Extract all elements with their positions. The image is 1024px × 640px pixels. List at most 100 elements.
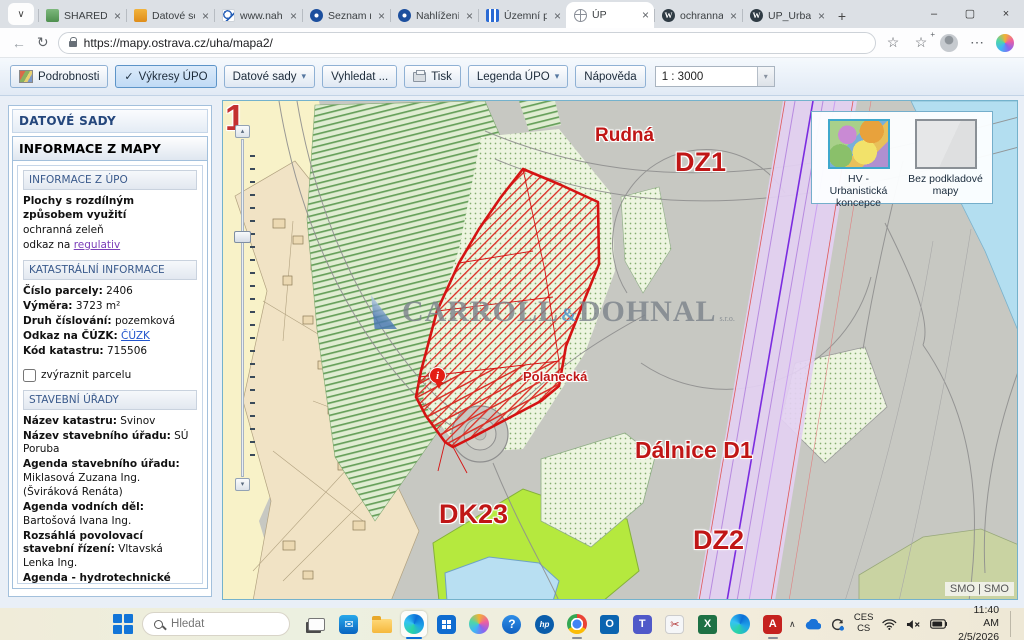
favorite-star-icon[interactable]: ☆ (884, 34, 902, 51)
panel-title[interactable]: INFORMACE Z MAPY (13, 137, 207, 161)
scale-combobox[interactable]: 1 : 3000 ▾ (655, 66, 775, 87)
browser-tab-nahlizeni-web[interactable]: www.nahlizen × (214, 3, 302, 28)
wifi-icon[interactable] (882, 619, 897, 630)
datove-sady-button[interactable]: Datové sady ▾ (224, 65, 315, 88)
basemap-option-hv[interactable]: HV - Urbanistická koncepce (820, 119, 897, 196)
back-icon[interactable]: ← (10, 35, 28, 51)
browser-tab-nahlizeni-kn[interactable]: Nahlížení do × (390, 3, 478, 28)
teams-button[interactable] (630, 611, 656, 637)
close-icon[interactable]: × (552, 9, 563, 23)
restore-button[interactable]: ▢ (952, 0, 988, 28)
close-icon[interactable]: × (200, 9, 211, 23)
browser-tab-datove-schranky[interactable]: Datové schrán × (126, 3, 214, 28)
scissors-icon (665, 615, 684, 634)
refresh-icon[interactable]: ↻ (34, 34, 52, 51)
system-tray: ∧ CES CS 11:40 AM 2/5/2026 (789, 604, 1024, 640)
microsoft-store-button[interactable] (434, 611, 460, 637)
button-label: Nápověda (584, 71, 636, 83)
close-icon[interactable]: × (816, 9, 827, 23)
acrobat-button[interactable] (760, 611, 786, 637)
edge-icon (404, 614, 424, 634)
map-label-dz2: DZ2 (693, 525, 744, 556)
show-desktop-button[interactable] (1010, 611, 1014, 637)
menu-dots-icon[interactable]: ⋯ (968, 34, 986, 51)
close-icon[interactable]: × (728, 9, 739, 23)
copilot-button[interactable] (467, 611, 493, 637)
check-icon: ✓ (124, 70, 133, 83)
excel-button[interactable] (695, 611, 721, 637)
close-window-button[interactable]: × (988, 0, 1024, 28)
tab-search-button[interactable]: ∨ (8, 3, 34, 25)
chevron-down-icon: ▾ (302, 71, 307, 82)
battery-icon[interactable] (930, 619, 948, 629)
map-viewport[interactable]: 1 Rudná DZ1 Polanecká Dálnice D1 DK23 DZ… (222, 100, 1018, 600)
taskbar-clock[interactable]: 11:40 AM 2/5/2026 (956, 604, 999, 640)
outlook-classic-button[interactable] (597, 611, 623, 637)
tray-chevron-icon[interactable]: ∧ (789, 619, 796, 630)
close-icon[interactable]: × (112, 9, 123, 23)
onedrive-cloud-icon[interactable] (805, 619, 822, 630)
field-label: Odkaz na ČÚZK: (23, 330, 118, 342)
collections-icon[interactable]: ☆+ (912, 34, 930, 51)
zvyraznit-parcelu-checkbox[interactable] (23, 369, 36, 382)
address-bar[interactable]: https://mapy.ostrava.cz/uha/mapa2/ (58, 32, 876, 54)
browser-tab-seznam-nemovitosti[interactable]: Seznam nemo × (302, 3, 390, 28)
zoom-slider-handle[interactable] (234, 231, 251, 243)
edge-button-active[interactable] (401, 611, 427, 637)
regulativ-link[interactable]: regulativ (74, 239, 120, 251)
vykresy-upo-button[interactable]: ✓ Výkresy ÚPO (115, 65, 216, 88)
close-icon[interactable]: × (376, 9, 387, 23)
edge-secondary-button[interactable] (727, 611, 753, 637)
upo-link-prefix: odkaz na (23, 239, 70, 251)
browser-tab-ochranna-zelen[interactable]: ochranna_zele × (654, 3, 742, 28)
collections-star-glyph: ☆ (915, 34, 928, 50)
zoom-slider[interactable]: ▴ ▾ (233, 125, 257, 491)
zoom-slider-track[interactable] (241, 139, 244, 477)
podrobnosti-button[interactable]: Podrobnosti (10, 65, 108, 88)
browser-tab-uzemni-plan[interactable]: Územní plán × (478, 3, 566, 28)
field-value: 715506 (107, 345, 147, 357)
zoom-out-button[interactable]: ▾ (235, 478, 250, 491)
language-indicator[interactable]: CES CS (854, 613, 874, 634)
snipping-tool-button[interactable] (662, 611, 688, 637)
speaker-muted-icon[interactable] (906, 619, 921, 630)
clock-date: 2/5/2026 (956, 631, 999, 640)
zoom-slider-ticks (250, 155, 255, 465)
basemap-thumbnail-none[interactable] (915, 119, 977, 169)
chevron-down-icon[interactable]: ▾ (757, 67, 774, 86)
napoveda-button[interactable]: Nápověda (575, 65, 645, 88)
copilot-icon[interactable] (996, 34, 1014, 52)
taskbar-search[interactable] (142, 612, 290, 636)
profile-avatar[interactable] (940, 34, 958, 52)
minimize-button[interactable]: – (916, 0, 952, 28)
sync-icon[interactable] (830, 618, 845, 631)
new-tab-button[interactable]: + (830, 8, 854, 24)
info-marker-icon[interactable] (429, 367, 446, 384)
chrome-button[interactable] (564, 611, 590, 637)
hp-button[interactable] (532, 611, 558, 637)
file-explorer-button[interactable] (369, 611, 395, 637)
outlook-new-button[interactable] (336, 611, 362, 637)
search-input[interactable] (171, 618, 263, 630)
acrobat-icon (763, 615, 782, 634)
basemap-option-none[interactable]: Bez podkladové mapy (907, 119, 984, 196)
tisk-button[interactable]: Tisk (404, 65, 461, 88)
field-label: Výměra: (23, 300, 73, 312)
help-icon (502, 615, 521, 634)
wordpress-icon (750, 9, 763, 22)
get-help-button[interactable] (499, 611, 525, 637)
browser-tab-up-urbanismus[interactable]: UP_Urbanism × (742, 3, 830, 28)
close-icon[interactable]: × (640, 8, 651, 22)
basemap-thumbnail-hv[interactable] (828, 119, 890, 169)
vyhledat-button[interactable]: Vyhledat ... (322, 65, 397, 88)
cuzk-link[interactable]: ČÚZK (121, 330, 150, 342)
close-icon[interactable]: × (288, 9, 299, 23)
zoom-in-button[interactable]: ▴ (235, 125, 250, 138)
watermark-suffix: s.r.o. (720, 314, 735, 323)
legenda-upo-button[interactable]: Legenda ÚPO ▾ (468, 65, 568, 88)
task-view-button[interactable] (304, 611, 330, 637)
browser-tab-up-active[interactable]: ÚP × (566, 2, 654, 28)
start-button-icon[interactable] (113, 614, 133, 634)
browser-tab-shared-list[interactable]: SHARED LIST × (38, 3, 126, 28)
close-icon[interactable]: × (464, 9, 475, 23)
